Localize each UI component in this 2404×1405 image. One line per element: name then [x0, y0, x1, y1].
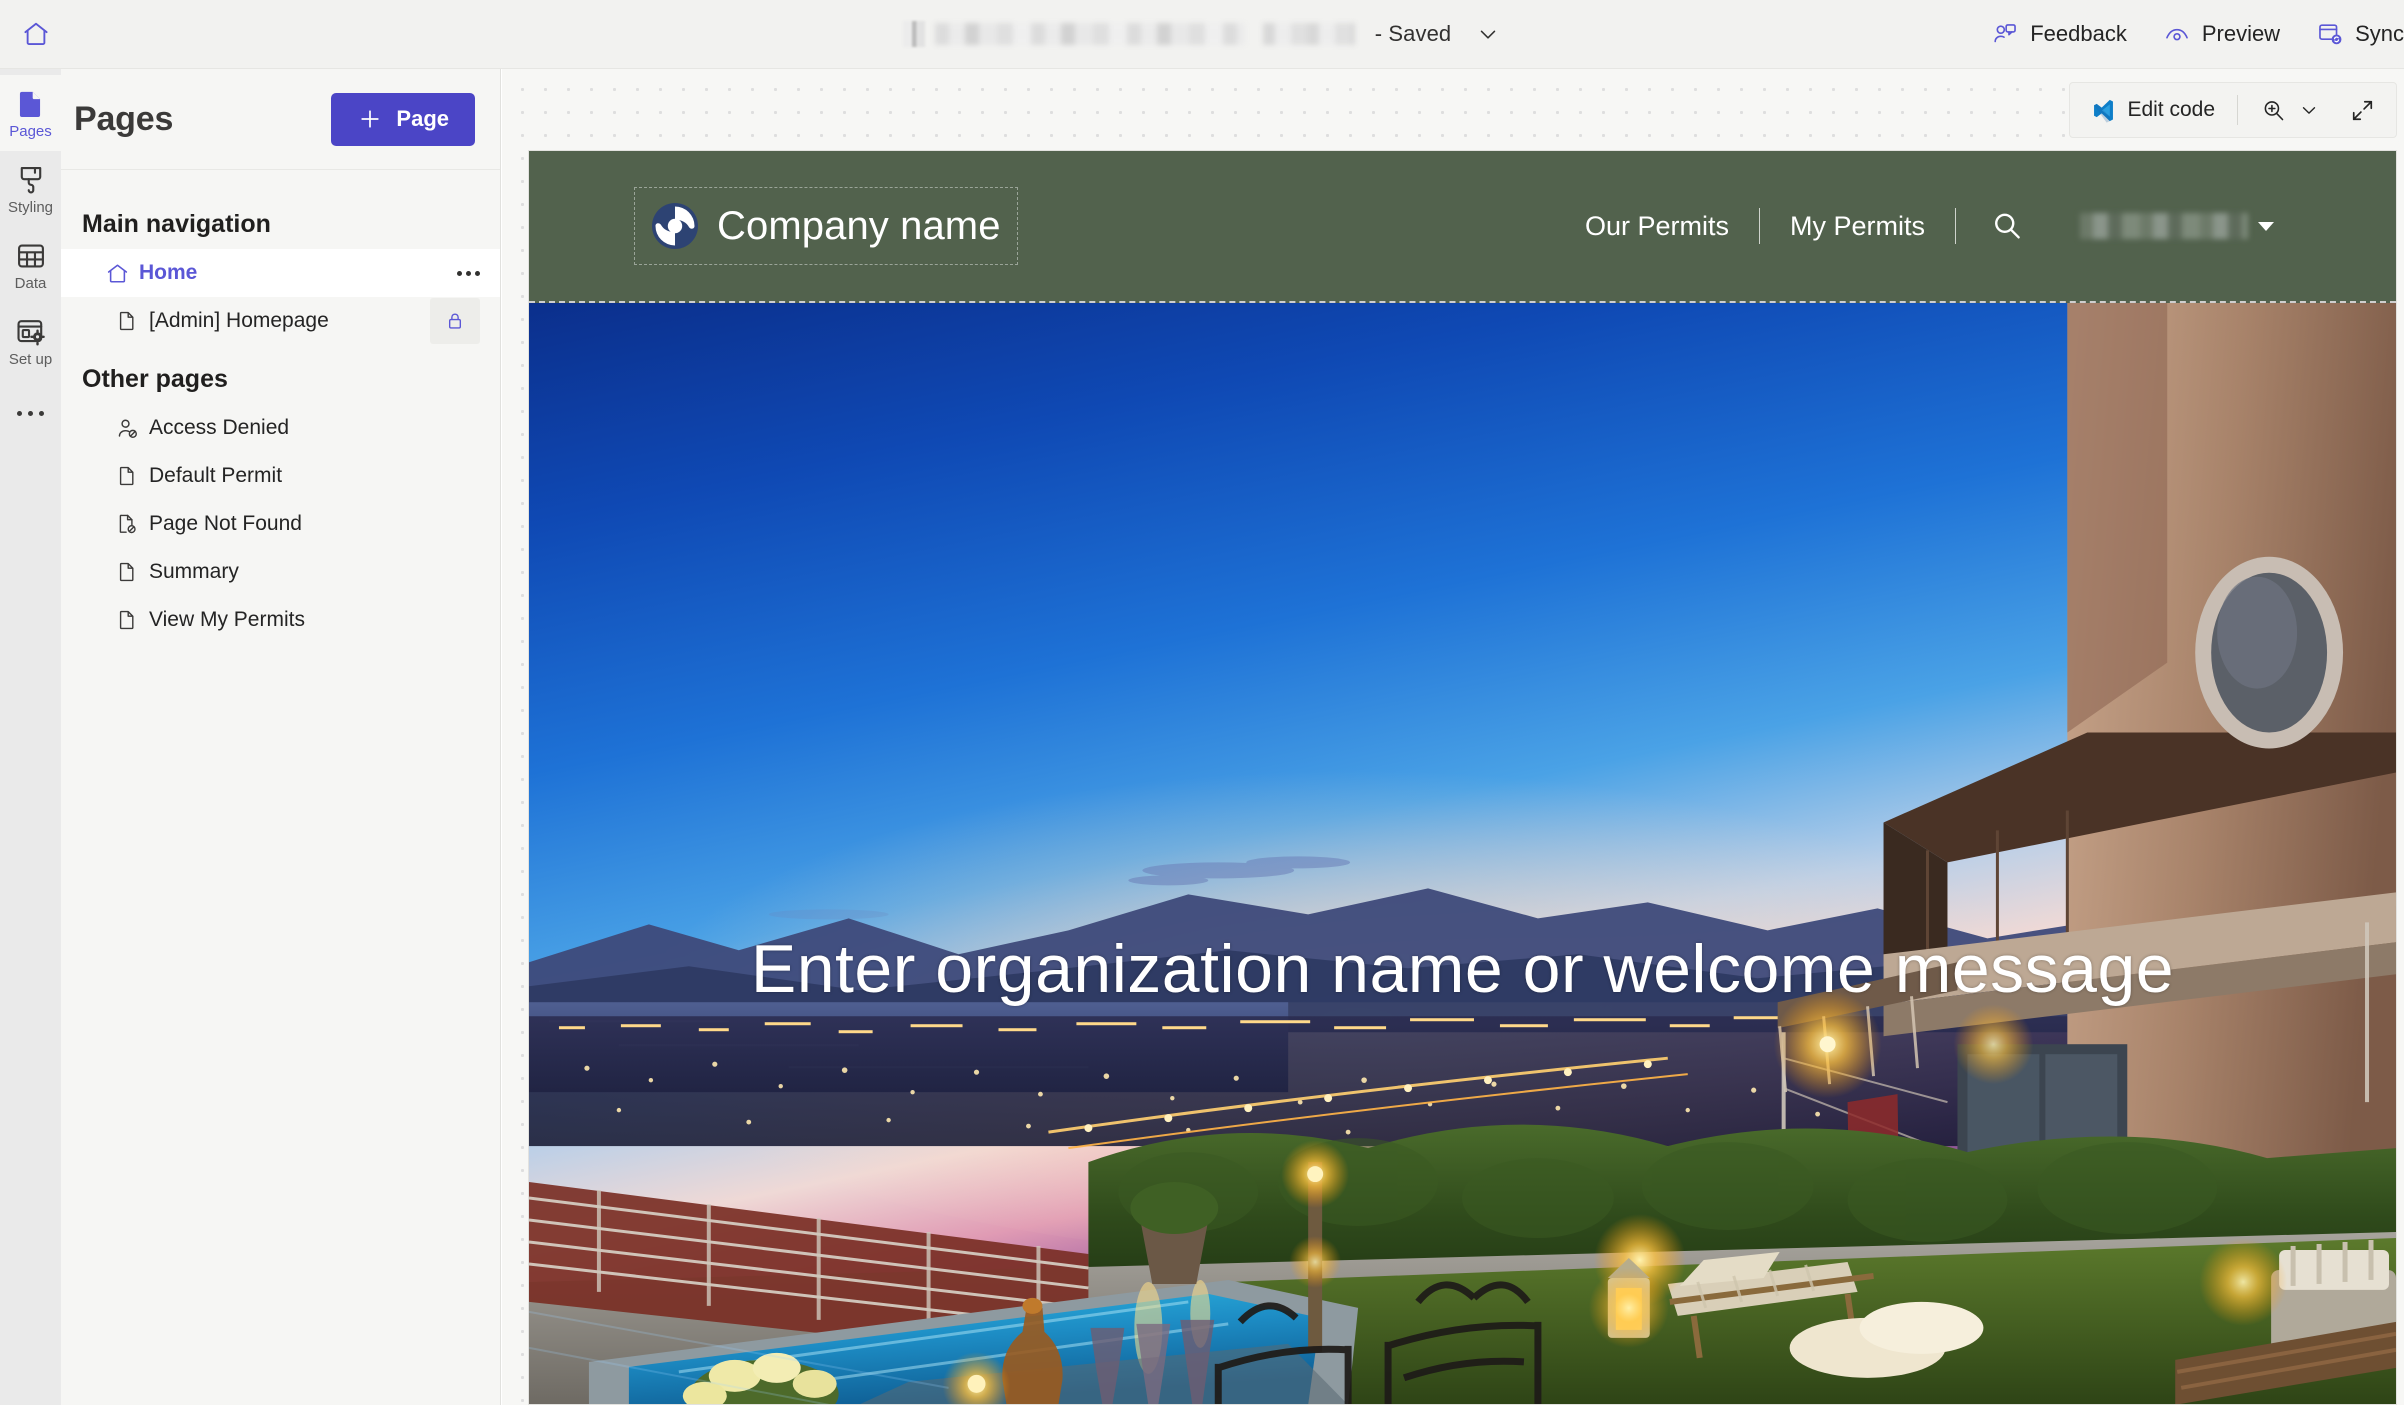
chevron-down-icon [2297, 98, 2321, 122]
sync-browser-icon [2316, 20, 2344, 48]
site-nav-our-permits[interactable]: Our Permits [1555, 211, 1759, 242]
person-blocked-icon [115, 416, 143, 441]
circle-spiral-logo-icon [651, 202, 699, 250]
sidebar-item-summary[interactable]: Summary [61, 548, 500, 596]
page-blocked-icon [115, 512, 143, 536]
sidebar-item-home-label: Home [139, 261, 198, 284]
sidebar-item-view-my-permits[interactable]: View My Permits [61, 596, 500, 644]
sidebar-item-summary-label: Summary [149, 560, 239, 583]
rail-item-pages[interactable]: Pages [0, 75, 61, 151]
company-name-label: Company name [717, 203, 1001, 248]
sidebar-item-default-permit-label: Default Permit [149, 464, 283, 487]
preview-label: Preview [2201, 21, 2281, 46]
plus-icon [357, 106, 383, 132]
hero-background-image [529, 303, 2396, 1404]
expand-canvas-button[interactable] [2335, 88, 2390, 132]
sidebar-item-default-permit[interactable]: Default Permit [61, 452, 500, 500]
sidebar-item-access-denied-label: Access Denied [149, 416, 290, 439]
page-title: Pages [74, 99, 174, 138]
setup-gear-icon [14, 315, 48, 349]
rail-label-data: Data [14, 275, 47, 292]
feedback-label: Feedback [2030, 21, 2127, 46]
lock-icon[interactable] [430, 298, 480, 344]
page-outline-icon [115, 309, 143, 333]
app-bar-actions: Feedback Preview Sync [1973, 0, 2404, 68]
site-preview-frame: Company name Our Permits My Permits Ente… [528, 150, 2397, 1405]
pages-panel: Pages Page Main navigation Home [Admin] … [61, 69, 501, 1405]
sync-label: Sync [2355, 21, 2404, 46]
sync-button[interactable]: Sync [2298, 11, 2404, 57]
site-name-redacted-2 [1262, 23, 1355, 45]
canvas-toolbar: Edit code [2069, 82, 2397, 138]
sidebar-item-admin-homepage[interactable]: [Admin] Homepage [61, 297, 500, 345]
rail-label-styling: Styling [7, 199, 54, 216]
add-page-label: Page [396, 106, 449, 131]
sidebar-item-view-my-permits-label: View My Permits [149, 608, 305, 631]
app-top-bar: - Saved Feedback Preview Sync [0, 0, 2404, 69]
ellipsis-icon [17, 410, 44, 416]
edit-code-button[interactable]: Edit code [2076, 88, 2229, 132]
caret-down-icon [2258, 221, 2274, 231]
user-name-redacted [2080, 213, 2248, 239]
zoom-in-icon [2260, 97, 2287, 124]
vscode-icon [2090, 97, 2117, 124]
group-title-other-pages: Other pages [82, 365, 228, 393]
sidebar-item-home[interactable]: Home [61, 249, 500, 297]
paintbrush-icon [14, 163, 48, 197]
rail-item-styling[interactable]: Styling [0, 151, 61, 227]
rail-item-data[interactable]: Data [0, 227, 61, 303]
sidebar-item-admin-homepage-label: [Admin] Homepage [149, 309, 329, 332]
site-nav-my-permits[interactable]: My Permits [1760, 211, 1955, 242]
home-row-ellipsis-icon[interactable] [457, 270, 480, 276]
group-title-main-navigation: Main navigation [82, 210, 271, 238]
site-header: Company name Our Permits My Permits [529, 151, 2396, 303]
rail-label-setup: Set up [8, 351, 53, 368]
add-page-button[interactable]: Page [331, 92, 475, 146]
design-canvas: Edit code Company name Our Permits My Pe… [502, 69, 2404, 1405]
sidebar-item-page-not-found[interactable]: Page Not Found [61, 500, 500, 548]
eye-preview-icon [2163, 20, 2191, 48]
feedback-button[interactable]: Feedback [1973, 11, 2145, 57]
sidebar-item-page-not-found-label: Page Not Found [149, 512, 302, 535]
home-button[interactable] [0, 0, 72, 68]
table-grid-icon [14, 239, 48, 273]
rail-label-pages: Pages [9, 123, 52, 140]
rail-item-setup[interactable]: Set up [0, 303, 61, 379]
edit-code-label: Edit code [2127, 98, 2215, 121]
page-document-icon [14, 87, 48, 121]
hero-caption[interactable]: Enter organization name or welcome messa… [529, 930, 2396, 1008]
preview-button[interactable]: Preview [2145, 11, 2298, 57]
sidebar-item-access-denied[interactable]: Access Denied [61, 404, 500, 452]
title-chevron-down-icon[interactable] [1475, 21, 1501, 47]
site-navigation: Our Permits My Permits [1555, 208, 2274, 244]
hero-section: Enter organization name or welcome messa… [529, 303, 2396, 1404]
pages-panel-header: Pages Page [61, 69, 500, 170]
site-icon-redacted [902, 21, 925, 47]
user-menu[interactable] [2058, 213, 2274, 239]
page-outline-icon [115, 608, 143, 632]
saved-status-label: - Saved [1374, 21, 1452, 46]
page-outline-icon [115, 560, 143, 584]
toolbar-divider [2237, 95, 2238, 125]
site-brand[interactable]: Company name [634, 187, 1018, 265]
expand-diagonal-icon [2349, 97, 2376, 124]
zoom-control[interactable] [2246, 88, 2335, 132]
page-outline-icon [115, 464, 143, 488]
feedback-person-icon [1991, 20, 2019, 48]
search-icon[interactable] [1956, 209, 2058, 243]
site-name-redacted [934, 23, 1245, 45]
left-nav-rail: Pages Styling Data Set up [0, 69, 61, 1405]
rail-more-button[interactable] [0, 385, 61, 441]
pages-list: Main navigation Home [Admin] Homepage Ot… [61, 170, 500, 644]
home-outline-icon [105, 261, 133, 286]
home-icon [21, 19, 51, 49]
